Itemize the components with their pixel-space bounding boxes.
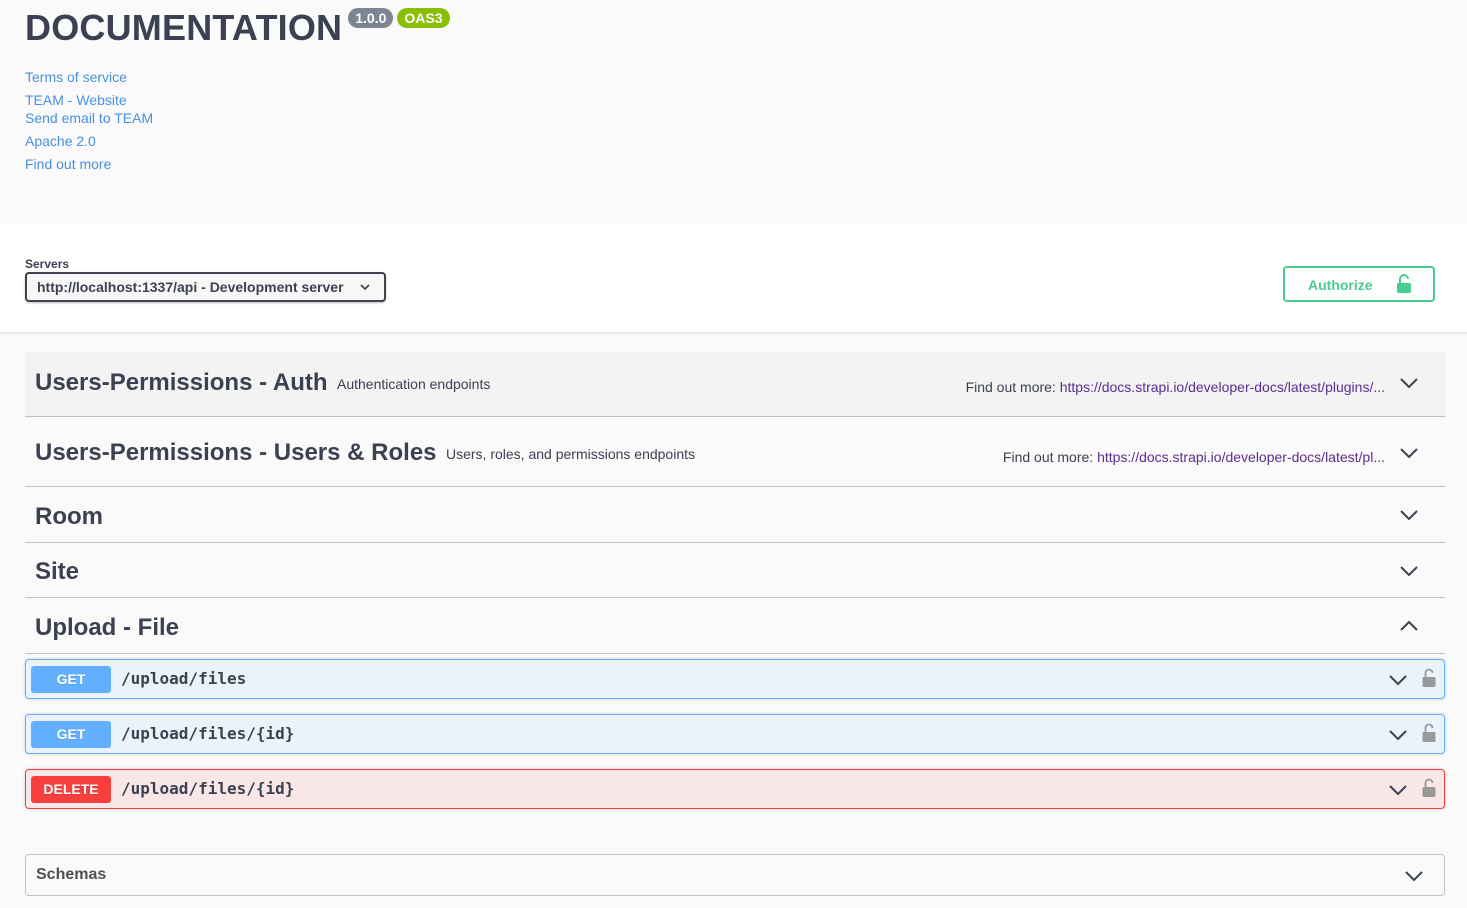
page-title: DOCUMENTATION [25, 7, 343, 48]
chevron-up-icon[interactable] [1399, 616, 1419, 636]
method-badge: GET [31, 721, 111, 748]
operation-get-upload-files[interactable]: GET /upload/files [25, 659, 1445, 699]
tag-name: Users-Permissions - Users & Roles [35, 439, 437, 466]
chevron-down-icon[interactable] [1399, 561, 1419, 581]
authorize-label: Authorize [1308, 277, 1373, 293]
tag-name: Upload - File [35, 614, 179, 641]
team-website-link[interactable]: TEAM - Website [25, 92, 127, 109]
servers-bar: Servers http://localhost:1337/api - Deve… [0, 224, 1467, 333]
tag-section-room[interactable]: Room [25, 487, 1445, 543]
operation-get-upload-file-by-id[interactable]: GET /upload/files/{id} [25, 714, 1445, 754]
oas-badge: OAS3 [397, 8, 450, 28]
api-info: DOCUMENTATION 1.0.0 OAS3 Terms of servic… [25, 0, 1445, 224]
find-more-label: Find out more: [1002, 449, 1094, 465]
find-more-label: Find out more: [965, 379, 1056, 395]
find-out-more-link[interactable]: Find out more [25, 156, 111, 173]
tag-name: Room [35, 503, 103, 530]
unlock-icon[interactable] [1422, 723, 1436, 743]
method-badge: DELETE [31, 776, 111, 803]
tag-section-site[interactable]: Site [25, 543, 1445, 598]
servers-select[interactable]: http://localhost:1337/api - Development … [25, 272, 386, 302]
chevron-down-icon[interactable] [1399, 443, 1419, 463]
unlock-icon[interactable] [1422, 668, 1436, 688]
tag-name: Users-Permissions - Auth [35, 369, 328, 396]
send-email-link[interactable]: Send email to TEAM [25, 110, 153, 127]
title-row: DOCUMENTATION 1.0.0 OAS3 [25, 6, 450, 50]
servers-selected-value: http://localhost:1337/api - Development … [37, 279, 344, 295]
chevron-down-icon[interactable] [1388, 725, 1408, 745]
find-more-link[interactable]: https://docs.strapi.io/developer-docs/la… [1060, 379, 1385, 395]
tag-section-auth[interactable]: Users-Permissions - Auth Authentication … [25, 352, 1445, 417]
chevron-down-icon[interactable] [1388, 780, 1408, 800]
tag-find-more: Find out more: https://docs.strapi.io/de… [1003, 449, 1385, 465]
operation-path: /upload/files [121, 669, 247, 688]
chevron-down-icon[interactable] [1399, 373, 1419, 393]
operation-delete-upload-file-by-id[interactable]: DELETE /upload/files/{id} [25, 769, 1445, 809]
operation-path: /upload/files/{id} [121, 779, 295, 798]
schemas-section[interactable]: Schemas [25, 854, 1445, 896]
authorize-button[interactable]: Authorize [1283, 266, 1435, 302]
operation-path: /upload/files/{id} [121, 724, 295, 743]
method-badge: GET [31, 666, 111, 693]
tag-description: Authentication endpoints [337, 376, 491, 392]
chevron-down-icon[interactable] [1399, 505, 1419, 525]
unlock-icon[interactable] [1422, 778, 1436, 798]
chevron-down-icon[interactable] [1388, 670, 1408, 690]
tag-section-upload-file[interactable]: Upload - File [25, 598, 1445, 654]
chevron-down-icon[interactable] [1404, 866, 1424, 886]
chevron-down-icon [360, 284, 370, 291]
servers-label: Servers [25, 257, 70, 271]
terms-of-service-link[interactable]: Terms of service [25, 69, 127, 86]
unlock-icon [1397, 274, 1411, 293]
version-badge: 1.0.0 [348, 8, 394, 28]
tag-find-more: Find out more: https://docs.strapi.io/de… [966, 379, 1385, 395]
schemas-title: Schemas [36, 866, 107, 883]
find-more-link[interactable]: https://docs.strapi.io/developer-docs/la… [1097, 449, 1385, 465]
tag-name: Site [35, 558, 80, 585]
tag-description: Users, roles, and permissions endpoints [446, 446, 696, 462]
tag-section-users-roles[interactable]: Users-Permissions - Users & Roles Users,… [25, 417, 1445, 487]
license-link[interactable]: Apache 2.0 [25, 133, 96, 150]
